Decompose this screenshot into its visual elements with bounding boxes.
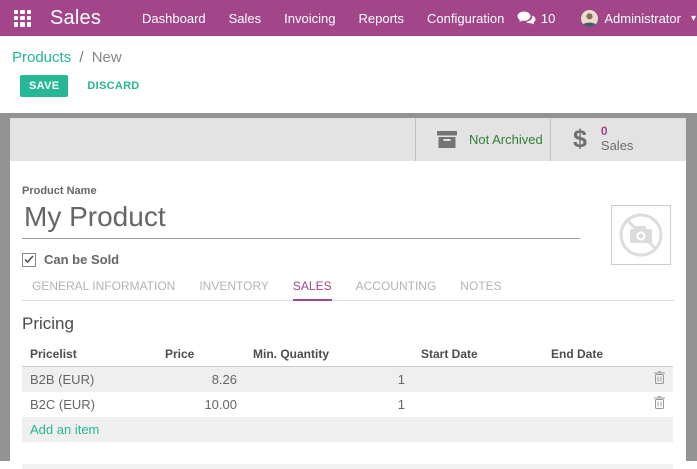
user-menu[interactable]: Administrator ▾ [581, 10, 691, 27]
cell-start-date[interactable] [413, 367, 543, 392]
form-sheet: Not Archived $ 0 Sales Product Name My P… [10, 118, 686, 461]
no-camera-icon [616, 210, 666, 260]
form-body: Product Name My Product [10, 185, 686, 469]
tab-sales[interactable]: SALES [293, 279, 332, 301]
cell-start-date[interactable] [413, 392, 543, 417]
breadcrumb-products-link[interactable]: Products [12, 49, 71, 66]
archive-status-label: Not Archived [469, 132, 543, 147]
app-title: Sales [50, 7, 101, 30]
table-row[interactable]: B2C (EUR) 10.00 1 [22, 392, 673, 417]
breadcrumb: Products / New [0, 36, 697, 66]
product-image-placeholder[interactable] [611, 205, 671, 265]
sales-stat-stack: 0 Sales [601, 125, 634, 154]
breadcrumb-current: New [92, 49, 122, 66]
delete-row-icon[interactable] [645, 392, 673, 417]
sales-stat-button[interactable]: $ 0 Sales [550, 118, 686, 161]
breadcrumb-separator: / [79, 49, 83, 66]
cell-pricelist[interactable]: B2C (EUR) [22, 392, 157, 417]
cell-price[interactable]: 10.00 [157, 392, 245, 417]
col-start-date: Start Date [413, 344, 543, 367]
cell-price[interactable]: 8.26 [157, 367, 245, 392]
cell-min-quantity[interactable]: 1 [245, 392, 413, 417]
product-name-input[interactable]: My Product [22, 200, 580, 239]
can-be-sold-label: Can be Sold [44, 252, 119, 267]
archive-box-icon [437, 131, 457, 148]
can-be-sold-row: Can be Sold [22, 252, 674, 267]
cell-end-date[interactable] [543, 367, 645, 392]
chat-bubbles-icon [517, 11, 536, 26]
cell-pricelist[interactable]: B2B (EUR) [22, 367, 157, 392]
action-buttons: SAVE DISCARD [20, 75, 697, 97]
control-panel: Products / New SAVE DISCARD [0, 36, 697, 113]
form-canvas: Not Archived $ 0 Sales Product Name My P… [0, 113, 697, 461]
pricing-section-title: Pricing [22, 314, 674, 334]
tab-accounting[interactable]: ACCOUNTING [356, 279, 437, 300]
table-row[interactable]: B2B (EUR) 8.26 1 [22, 367, 673, 392]
user-name: Administrator [604, 11, 681, 26]
menu-dashboard[interactable]: Dashboard [142, 11, 206, 26]
checkmark-icon [24, 255, 34, 264]
product-name-label: Product Name [22, 185, 674, 197]
tab-general-information[interactable]: GENERAL INFORMATION [32, 279, 175, 300]
next-section-peek [22, 464, 673, 469]
archive-status-button[interactable]: Not Archived [415, 118, 550, 161]
menu-reports[interactable]: Reports [358, 11, 404, 26]
delete-row-icon[interactable] [645, 367, 673, 392]
sales-stat-label: Sales [601, 139, 634, 154]
dollar-icon: $ [573, 127, 587, 152]
col-price: Price [157, 344, 245, 367]
menu-sales[interactable]: Sales [229, 11, 262, 26]
nav-right: 10 Administrator ▾ [517, 10, 691, 27]
form-statusbar: Not Archived $ 0 Sales [10, 118, 686, 161]
col-actions [645, 344, 673, 367]
cell-min-quantity[interactable]: 1 [245, 367, 413, 392]
discard-button[interactable]: DISCARD [87, 80, 139, 92]
cell-end-date[interactable] [543, 392, 645, 417]
col-end-date: End Date [543, 344, 645, 367]
menu-configuration[interactable]: Configuration [427, 11, 504, 26]
add-item-row[interactable]: Add an item [22, 417, 673, 442]
main-menu: Dashboard Sales Invoicing Reports Config… [142, 11, 504, 26]
tab-inventory[interactable]: INVENTORY [199, 279, 269, 300]
pricing-table: Pricelist Price Min. Quantity Start Date… [22, 344, 673, 442]
apps-grid-icon[interactable] [14, 10, 31, 27]
messages-button[interactable]: 10 [517, 11, 555, 26]
add-an-item-link[interactable]: Add an item [30, 422, 99, 437]
user-avatar [581, 10, 598, 27]
tab-notes[interactable]: NOTES [460, 279, 501, 300]
save-button[interactable]: SAVE [20, 75, 68, 97]
user-menu-caret-icon: ▾ [691, 13, 696, 24]
can-be-sold-checkbox[interactable] [22, 253, 36, 267]
sales-stat-value: 0 [601, 125, 634, 139]
messages-count: 10 [541, 11, 555, 26]
pricing-table-header: Pricelist Price Min. Quantity Start Date… [22, 344, 673, 367]
col-min-quantity: Min. Quantity [245, 344, 413, 367]
notebook-tabs: GENERAL INFORMATION INVENTORY SALES ACCO… [22, 279, 674, 301]
menu-invoicing[interactable]: Invoicing [284, 11, 335, 26]
top-nav-bar: Sales Dashboard Sales Invoicing Reports … [0, 0, 697, 36]
col-pricelist: Pricelist [22, 344, 157, 367]
